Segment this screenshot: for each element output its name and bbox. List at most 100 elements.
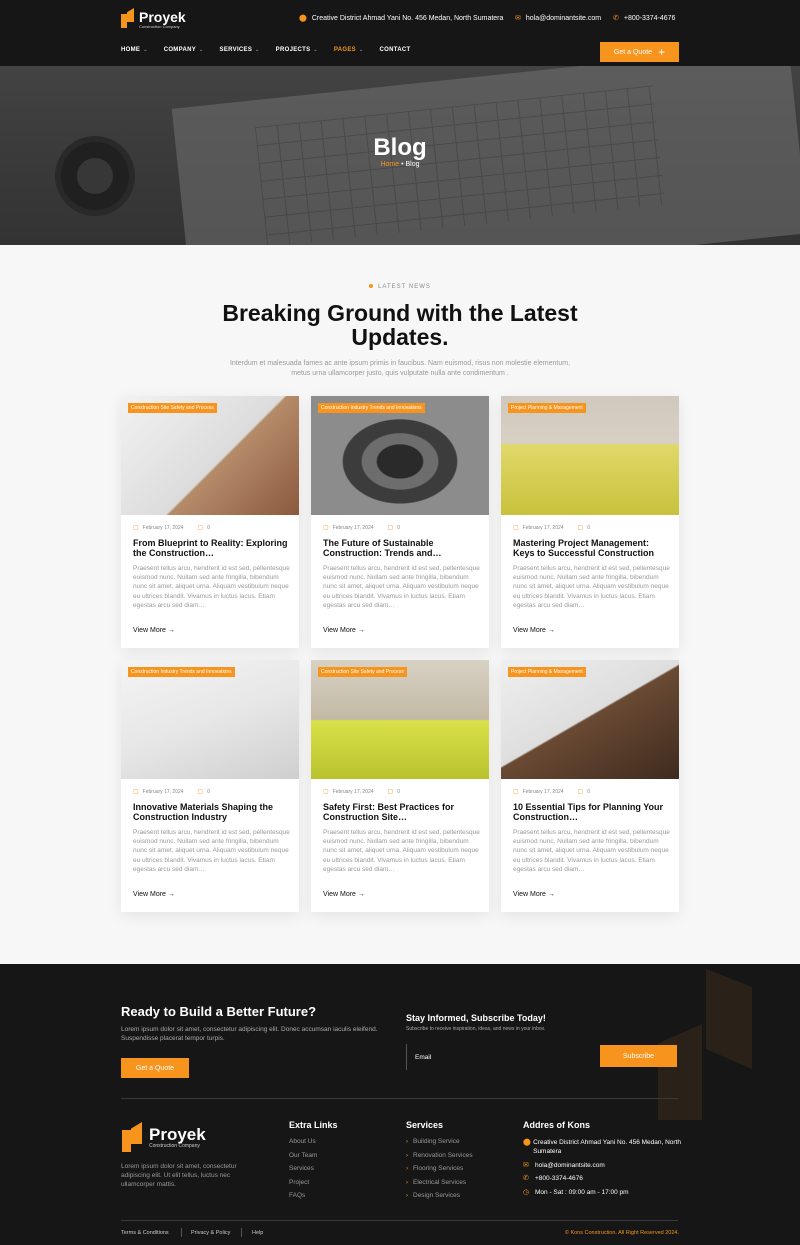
category-badge[interactable]: Construction Industry Trends and Innovat… (128, 667, 235, 677)
comment-icon: ▢ (577, 789, 584, 795)
comment-count: 0 (397, 788, 400, 795)
nav-projects[interactable]: PROJECTS ⌄ (276, 47, 318, 53)
footer-service-flooring[interactable]: › Flooring Services (406, 1165, 463, 1172)
nav-company-label[interactable]: COMPANY (164, 47, 196, 53)
blog-card-image[interactable] (311, 396, 489, 515)
footer-service-label[interactable]: Flooring Services (413, 1165, 463, 1172)
nav-projects-label[interactable]: PROJECTS (276, 47, 311, 53)
nav-services[interactable]: SERVICES ⌄ (220, 47, 260, 53)
privacy-link[interactable]: Privacy & Policy (191, 1230, 230, 1236)
blog-card[interactable]: Construction Site Safety and Process ▢ Feb… (311, 660, 489, 912)
blog-card[interactable]: Project Planning & Management ▢ February 1… (501, 396, 679, 648)
category-badge[interactable]: Project Planning & Management (508, 403, 586, 413)
subscribe-button[interactable]: Subscribe (600, 1045, 677, 1067)
header-email-text[interactable]: hola@dominantsite.com (526, 15, 601, 22)
footer-email-text[interactable]: hola@dominantsite.com (535, 1161, 605, 1170)
breadcrumb-home[interactable]: Home (380, 161, 399, 168)
blog-card-image[interactable] (121, 660, 299, 779)
post-excerpt: Praesent tellus arcu, hendrerit id est s… (133, 565, 290, 609)
post-title[interactable]: Innovative Materials Shaping the Constru… (133, 802, 291, 822)
category-badge[interactable]: Construction Site Safety and Process (318, 667, 407, 677)
view-more-link[interactable]: View More → (513, 891, 555, 898)
get-quote-button[interactable]: Get a Quote + (600, 42, 679, 62)
services-title: Services (406, 1120, 444, 1130)
nav-home-label[interactable]: HOME (121, 47, 140, 53)
site-logo[interactable]: Proyek Construction Company (121, 8, 186, 30)
post-title[interactable]: Safety First: Best Practices for Constru… (323, 802, 481, 822)
footer-logo[interactable]: Proyek Construction Company (122, 1122, 206, 1152)
post-excerpt: Praesent tellus arcu, hendrerit id est s… (513, 829, 670, 873)
page-title: Blog (373, 134, 427, 161)
footer-service-design[interactable]: › Design Services (406, 1192, 460, 1199)
calendar-icon: ▢ (133, 525, 139, 531)
footer-link-services[interactable]: Services (289, 1165, 314, 1172)
footer-email[interactable]: ✉ hola@dominantsite.com (523, 1161, 605, 1170)
nav-company[interactable]: COMPANY ⌄ (164, 47, 204, 53)
phone-icon: ✆ (613, 15, 619, 22)
post-date: February 17, 2024 (142, 524, 184, 531)
post-title[interactable]: Mastering Project Management: Keys to Su… (513, 538, 671, 558)
header-phone[interactable]: ✆ +800-3374-4676 (613, 14, 676, 23)
category-badge[interactable]: Construction Site Safety and Process (128, 403, 217, 413)
view-more-link[interactable]: View More → (133, 891, 175, 898)
nav-contact-label[interactable]: CONTACT (379, 47, 410, 53)
footer-link-faqs[interactable]: FAQs (289, 1192, 305, 1199)
post-title[interactable]: The Future of Sustainable Construction: … (323, 538, 481, 558)
nav-contact[interactable]: CONTACT (379, 47, 410, 53)
footer-phone-text[interactable]: +800-3374-4676 (535, 1174, 583, 1183)
blog-card-image[interactable] (121, 396, 299, 515)
blog-card[interactable]: Construction Industry Trends and Innovat… (121, 660, 299, 912)
view-more-link[interactable]: View More → (513, 627, 555, 634)
footer-service-label[interactable]: Design Services (413, 1192, 460, 1199)
view-more-link[interactable]: View More → (323, 627, 365, 634)
divider (181, 1228, 182, 1237)
chevron-right-icon: › (406, 1179, 408, 1186)
get-quote-label[interactable]: Get a Quote (614, 49, 652, 56)
post-date: February 17, 2024 (142, 788, 184, 795)
footer-service-label[interactable]: Electrical Services (413, 1179, 466, 1186)
footer-service-electrical[interactable]: › Electrical Services (406, 1179, 466, 1186)
post-meta: ▢ February 17, 2024 ▢ 0 (133, 788, 210, 796)
post-title[interactable]: 10 Essential Tips for Planning Your Cons… (513, 802, 671, 822)
category-badge[interactable]: Construction Industry Trends and Innovat… (318, 403, 425, 413)
nav-pages-label[interactable]: PAGES (334, 47, 356, 53)
footer-phone[interactable]: ✆ +800-3374-4676 (523, 1174, 583, 1183)
help-link[interactable]: Help (252, 1230, 263, 1236)
blog-card-image[interactable] (501, 396, 679, 515)
footer-link-about[interactable]: About Us (289, 1138, 316, 1145)
footer-get-quote-button[interactable]: Get a Quote (121, 1058, 189, 1078)
blog-card[interactable]: Construction Site Safety and Process ▢ Feb… (121, 396, 299, 648)
divider (241, 1228, 242, 1237)
header-phone-text[interactable]: +800-3374-4676 (624, 15, 676, 22)
footer-link-project[interactable]: Project (289, 1179, 309, 1186)
footer-service-building[interactable]: › Building Service (406, 1138, 460, 1145)
footer-service-renovation[interactable]: › Renovation Services (406, 1152, 473, 1159)
blog-card[interactable]: Project Planning & Management ▢ February 1… (501, 660, 679, 912)
header-email[interactable]: ✉ hola@dominantsite.com (515, 14, 601, 23)
map-pin-icon: ⬤ (299, 15, 307, 22)
category-badge[interactable]: Project Planning & Management (508, 667, 586, 677)
email-field[interactable]: Email (406, 1044, 596, 1070)
footer-logo-sub: Construction Company (149, 1142, 200, 1149)
blog-card-image[interactable] (501, 660, 679, 779)
section-description: Interdum et malesuada fames ac ante ipsu… (229, 360, 571, 377)
logo-sub: Construction Company (139, 23, 180, 29)
footer-cta-description: Lorem ipsum dolor sit amet, consectetur … (121, 1026, 378, 1042)
logo-mark-icon (121, 8, 135, 30)
footer-service-label[interactable]: Building Service (413, 1138, 460, 1145)
nav-services-label[interactable]: SERVICES (220, 47, 253, 53)
footer-service-label[interactable]: Renovation Services (413, 1152, 473, 1159)
footer-link-team[interactable]: Our Team (289, 1152, 317, 1159)
calendar-icon: ▢ (513, 525, 519, 531)
view-more-link[interactable]: View More → (133, 627, 175, 634)
post-title[interactable]: From Blueprint to Reality: Exploring the… (133, 538, 291, 558)
header-address-text: Creative District Ahmad Yani No. 456 Med… (311, 14, 504, 22)
view-more-link[interactable]: View More → (323, 891, 365, 898)
logo-mark-icon (122, 1122, 144, 1152)
copyright: © Kons Construction. All Right Reserved … (564, 1230, 679, 1236)
nav-pages[interactable]: PAGES ⌄ (334, 47, 364, 53)
blog-card[interactable]: Construction Industry Trends and Innovat… (311, 396, 489, 648)
blog-card-image[interactable] (311, 660, 489, 779)
terms-link[interactable]: Terms & Conditions (121, 1230, 169, 1236)
nav-home[interactable]: HOME ⌄ (121, 47, 148, 53)
